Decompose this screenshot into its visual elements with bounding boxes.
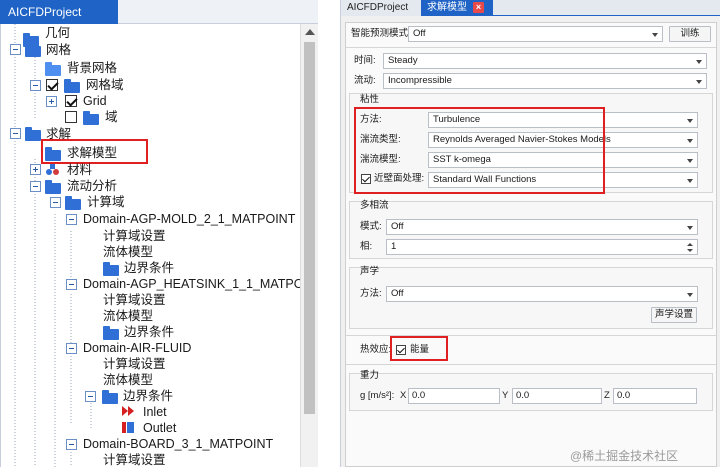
chevron-down-icon bbox=[687, 293, 693, 297]
highlight-box-solve-model bbox=[41, 139, 148, 164]
project-tree: 几何 网格 背景网格 网格域 Grid 域 求解 求解模型 材料 流动分析 计算… bbox=[0, 24, 318, 467]
scrollbar-thumb[interactable] bbox=[304, 42, 315, 414]
chevron-down-icon bbox=[687, 179, 693, 183]
close-icon[interactable]: × bbox=[473, 2, 484, 13]
chevron-down-icon bbox=[687, 119, 693, 123]
multiphase-title: 多相流 bbox=[360, 200, 389, 211]
tab-aicfdproject[interactable]: AICFDProject bbox=[341, 0, 421, 16]
phase-value: 1 bbox=[391, 241, 397, 252]
acoustics-method-value: Off bbox=[391, 288, 404, 299]
watermark: @稀土掘金技术社区 bbox=[570, 449, 679, 463]
folder-icon bbox=[25, 43, 41, 57]
folder-icon bbox=[65, 196, 81, 210]
tree-item-domain[interactable]: 域 bbox=[105, 108, 118, 126]
chevron-down-icon bbox=[687, 159, 693, 163]
phase-spinbox[interactable]: 1 bbox=[386, 239, 698, 255]
collapse-icon[interactable] bbox=[66, 214, 77, 225]
flow-select[interactable]: Incompressible bbox=[383, 73, 707, 89]
collapse-icon[interactable] bbox=[66, 439, 77, 450]
collapse-icon[interactable] bbox=[85, 391, 96, 402]
collapse-icon[interactable] bbox=[50, 197, 61, 208]
collapse-icon[interactable] bbox=[10, 44, 21, 55]
divider bbox=[346, 364, 716, 365]
gravity-z-input[interactable]: 0.0 bbox=[613, 388, 697, 404]
acoustics-title: 声学 bbox=[360, 266, 380, 277]
acoustics-method-select[interactable]: Off bbox=[386, 286, 698, 302]
flow-value: Incompressible bbox=[388, 75, 452, 86]
expand-icon[interactable] bbox=[30, 164, 41, 175]
tree-item-computational-domain[interactable]: 计算域 bbox=[87, 193, 125, 211]
project-tree-panel: AICFDProject 几何 网格 背景网格 网格域 Grid 域 求解 求解… bbox=[0, 0, 318, 467]
multiphase-mode-select[interactable]: Off bbox=[386, 219, 698, 235]
tree-scrollbar[interactable] bbox=[300, 24, 318, 467]
folder-icon bbox=[102, 390, 118, 404]
inlet-icon bbox=[122, 405, 136, 417]
acoustics-method-label: 方法: bbox=[360, 288, 382, 299]
folder-icon bbox=[45, 62, 61, 76]
folder-icon bbox=[64, 79, 80, 93]
checkbox-grid[interactable] bbox=[65, 95, 77, 107]
tree-item-domain-name[interactable]: Domain-AGP-MOLD_2_1_MATPOINT bbox=[83, 210, 295, 228]
folder-icon bbox=[83, 111, 99, 125]
scroll-up-arrow-icon[interactable] bbox=[305, 29, 315, 35]
gravity-x-input[interactable]: 0.0 bbox=[408, 388, 500, 404]
acoustics-settings-button[interactable]: 声学设置 bbox=[651, 307, 697, 323]
smart-mode-label: 智能预测模式: bbox=[351, 28, 411, 39]
collapse-icon[interactable] bbox=[10, 128, 21, 139]
spin-up-icon[interactable] bbox=[687, 243, 693, 246]
flow-label: 流动: bbox=[354, 75, 376, 86]
tab-aicfdproject[interactable]: AICFDProject bbox=[0, 0, 118, 24]
folder-icon bbox=[25, 127, 41, 141]
folder-icon bbox=[45, 180, 61, 194]
train-button[interactable]: 训练 bbox=[669, 26, 711, 42]
right-tabstrip: AICFDProject 求解模型 × bbox=[341, 0, 720, 16]
multiphase-mode-label: 模式: bbox=[360, 221, 382, 232]
tree-item-geometry[interactable]: 几何 bbox=[45, 24, 70, 42]
collapse-icon[interactable] bbox=[66, 279, 77, 290]
chevron-down-icon bbox=[687, 139, 693, 143]
gravity-x-label: X bbox=[400, 390, 407, 401]
outlet-icon bbox=[122, 421, 136, 434]
chevron-down-icon bbox=[696, 60, 702, 64]
viscosity-title: 粘性 bbox=[360, 94, 380, 105]
tree-item-domain-settings[interactable]: 计算域设置 bbox=[103, 451, 166, 467]
gravity-z-label: Z bbox=[604, 390, 610, 401]
left-tabstrip: AICFDProject bbox=[0, 0, 318, 24]
time-value: Steady bbox=[388, 55, 418, 66]
divider bbox=[346, 47, 716, 48]
solve-model-panel: AICFDProject 求解模型 × 智能预测模式: Off 训练 时间: S… bbox=[340, 0, 720, 467]
phase-label: 相: bbox=[360, 241, 373, 252]
tree-item-background-mesh[interactable]: 背景网格 bbox=[67, 59, 117, 77]
gravity-y-input[interactable]: 0.0 bbox=[512, 388, 602, 404]
gravity-title: 重力 bbox=[360, 370, 380, 381]
time-select[interactable]: Steady bbox=[383, 53, 707, 69]
collapse-icon[interactable] bbox=[30, 181, 41, 192]
gravity-g-label: g [m/s²]: bbox=[360, 390, 395, 401]
gravity-y-label: Y bbox=[502, 390, 509, 401]
tree-item-mesh[interactable]: 网格 bbox=[46, 41, 71, 59]
chevron-down-icon bbox=[696, 80, 702, 84]
chevron-down-icon bbox=[687, 226, 693, 230]
thermal-label: 热效应: bbox=[360, 344, 392, 355]
solve-model-form: 智能预测模式: Off 训练 时间: Steady 流动: Incompress… bbox=[345, 22, 717, 467]
smart-mode-select[interactable]: Off bbox=[408, 26, 663, 42]
highlight-box-energy bbox=[390, 336, 448, 361]
chevron-down-icon bbox=[652, 33, 658, 37]
materials-icon bbox=[45, 163, 61, 176]
expand-icon[interactable] bbox=[46, 96, 57, 107]
tree-item-grid[interactable]: Grid bbox=[83, 92, 107, 110]
checkbox-domain[interactable] bbox=[65, 111, 77, 123]
smart-mode-value: Off bbox=[413, 28, 426, 39]
multiphase-mode-value: Off bbox=[391, 221, 404, 232]
spin-down-icon[interactable] bbox=[687, 249, 693, 252]
checkbox-mesh-domain[interactable] bbox=[46, 79, 58, 91]
collapse-icon[interactable] bbox=[66, 343, 77, 354]
highlight-box-viscosity bbox=[354, 107, 605, 194]
collapse-icon[interactable] bbox=[30, 80, 41, 91]
time-label: 时间: bbox=[354, 55, 376, 66]
